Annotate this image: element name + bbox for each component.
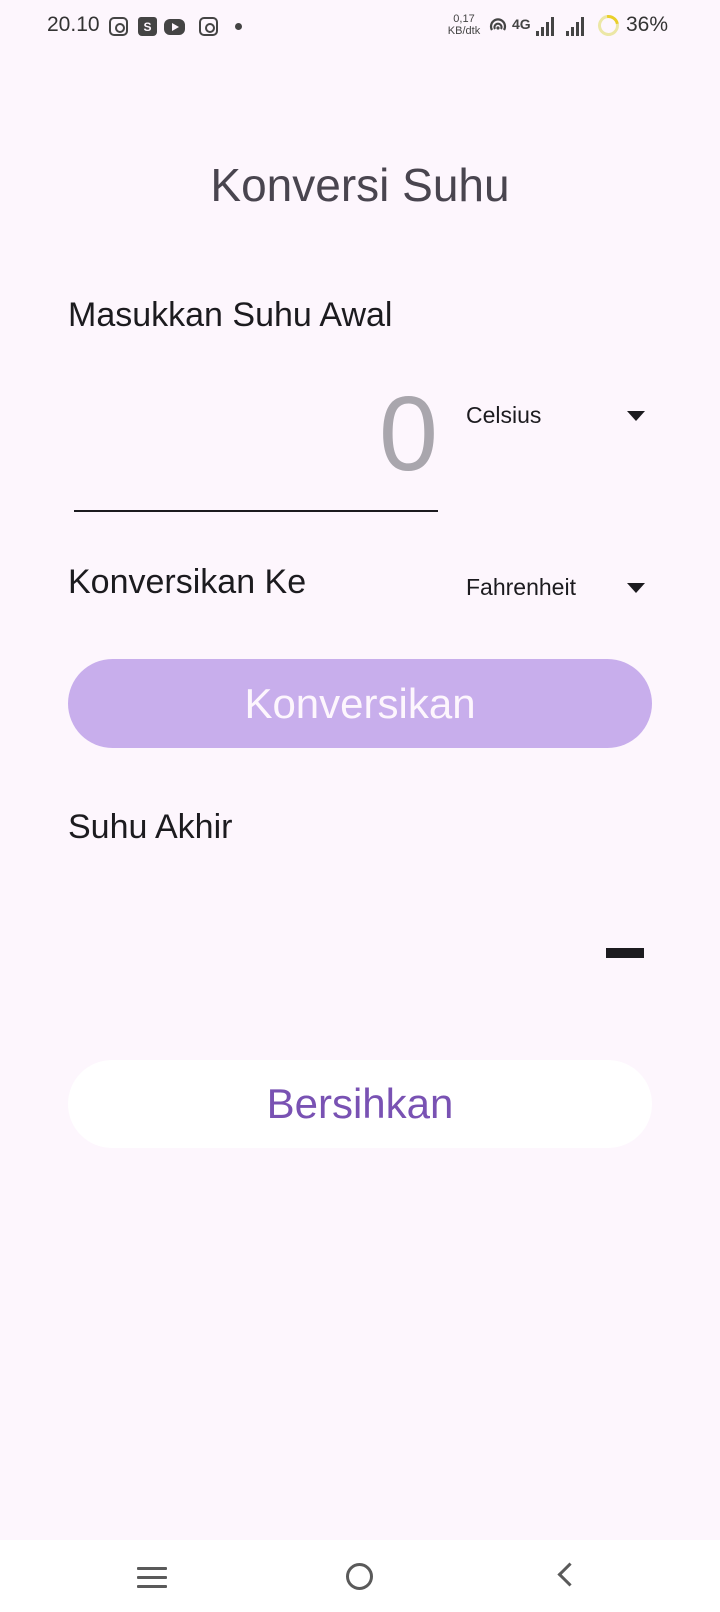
to-unit-dropdown[interactable]: Fahrenheit [466,566,651,610]
instagram-icon [109,17,128,36]
status-bar: 20.10 S 0,17 KB/dtk 4G 36% [0,0,720,54]
result-value-empty [606,948,644,958]
result-label: Suhu Akhir [68,808,233,846]
convert-button[interactable]: Konversikan [68,659,652,748]
input-label: Masukkan Suhu Awal [68,296,393,334]
convert-to-label: Konversikan Ke [68,563,307,601]
signal-icon [566,17,588,36]
shopee-icon: S [138,17,157,36]
network-speed-unit: KB/dtk [447,25,481,37]
home-icon[interactable] [346,1563,373,1590]
dot-icon [235,23,242,30]
battery-icon [593,10,624,41]
youtube-icon [164,19,185,35]
clear-button[interactable]: Bersihkan [68,1060,652,1148]
dropdown-arrow-icon [627,583,645,593]
to-unit-value: Fahrenheit [466,574,576,600]
status-time: 20.10 [47,13,100,36]
network-speed: 0,17 KB/dtk [446,13,482,37]
signal-icon [536,17,558,36]
from-unit-value: Celsius [466,402,542,428]
hotspot-icon [489,18,507,31]
input-underline [74,510,438,512]
temperature-input-placeholder: 0 [379,375,438,493]
from-unit-dropdown[interactable]: Celsius [466,394,651,438]
network-type: 4G [512,16,531,32]
menu-icon[interactable] [137,1567,167,1588]
dropdown-arrow-icon [627,411,645,421]
battery-percent: 36% [626,13,669,36]
page-title: Konversi Suhu [210,159,510,211]
temperature-input[interactable]: 0 [74,380,438,512]
network-speed-value: 0,17 [453,13,475,25]
instagram-icon [199,17,218,36]
